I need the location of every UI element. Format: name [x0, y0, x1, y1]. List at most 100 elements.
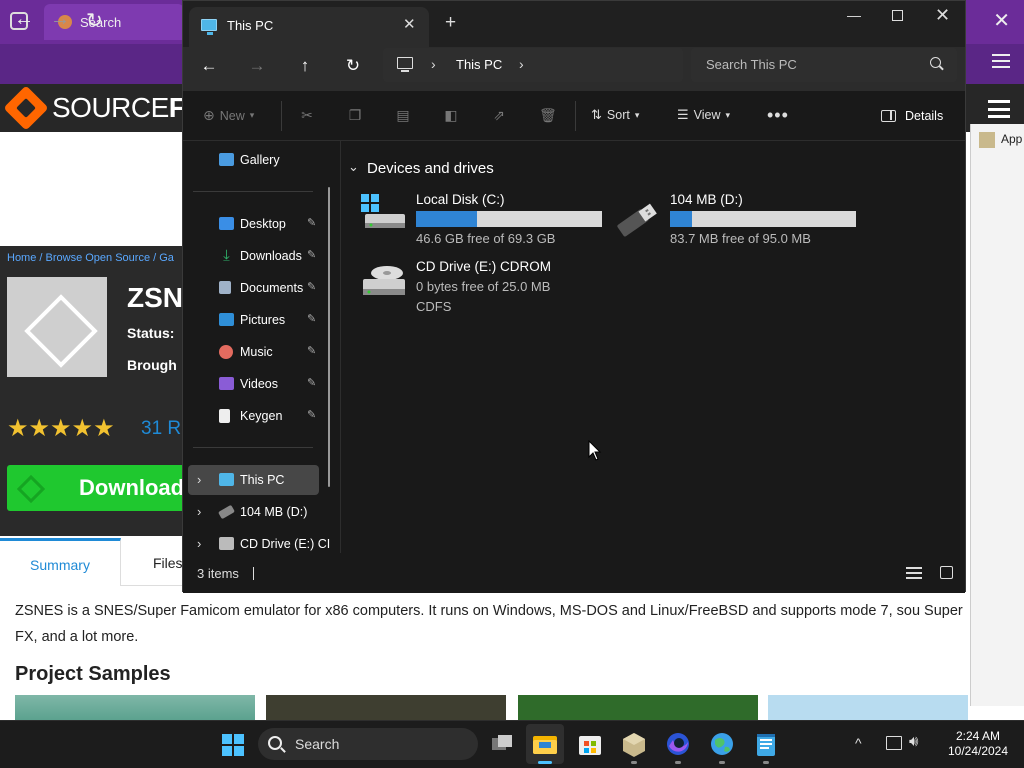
browser-close-icon[interactable]: ✕ [993, 8, 1010, 33]
sample-thumbnail[interactable] [768, 695, 968, 721]
taskbar-search[interactable] [258, 728, 478, 760]
minimize-button[interactable]: — [847, 7, 861, 23]
chevron-down-icon[interactable]: ⌄ [348, 159, 359, 175]
new-tab-icon[interactable]: + [445, 13, 456, 33]
sourceforge-menu-icon[interactable] [988, 100, 1010, 118]
address-bar[interactable] [383, 48, 683, 82]
start-button[interactable] [222, 734, 244, 756]
project-status: Status: [127, 325, 175, 341]
forward-button[interactable]: → [243, 56, 271, 76]
divider [193, 447, 313, 448]
rating-count-link[interactable]: 31 R [141, 418, 181, 440]
tab-summary[interactable]: Summary [0, 538, 121, 586]
tiles-view-icon[interactable] [940, 566, 953, 579]
chevron-right-icon[interactable]: › [197, 504, 201, 519]
drive-usage-bar [416, 211, 602, 227]
globe-app-icon[interactable] [708, 730, 736, 758]
chevron-right-icon[interactable]: › [431, 56, 436, 72]
sort-button[interactable]: ⇅ Sort ▾ [591, 107, 639, 123]
details-button[interactable]: Details [905, 109, 943, 123]
breadcrumb[interactable]: Home / Browse Open Source / Ga [7, 252, 174, 264]
pin-icon[interactable]: ✎ [307, 376, 316, 389]
sidebar-item-desktop[interactable]: Desktop ✎ [183, 209, 333, 239]
mouse-cursor-icon [588, 440, 602, 461]
project-samples-title: Project Samples [15, 663, 171, 685]
active-indicator [538, 761, 552, 764]
up-button[interactable]: ↑ [291, 56, 319, 76]
refresh-button[interactable]: ↻ [339, 56, 367, 76]
sidebar-item-this-pc[interactable]: › This PC [188, 465, 319, 495]
file-explorer-icon[interactable] [531, 730, 559, 758]
sidebar-scrollbar[interactable] [328, 187, 330, 487]
sidebar-item-gallery[interactable]: Gallery [183, 145, 333, 175]
pin-icon[interactable]: ✎ [307, 312, 316, 325]
sidebar-item-pictures[interactable]: Pictures ✎ [183, 305, 333, 335]
close-window-button[interactable]: ✕ [935, 5, 950, 26]
pin-icon[interactable]: ✎ [307, 408, 316, 421]
pin-icon[interactable]: ✎ [307, 280, 316, 293]
network-icon[interactable] [886, 736, 902, 750]
browser-menu-icon[interactable] [992, 54, 1010, 68]
paste-icon[interactable]: ▤ [395, 107, 411, 123]
sidebar-item-cd-drive[interactable]: › CD Drive (E:) CI [183, 529, 333, 553]
copy-icon[interactable]: ❐ [347, 107, 363, 123]
local-disk-icon [361, 194, 405, 228]
view-button[interactable]: ☰ View ▾ [677, 107, 730, 123]
search-icon[interactable] [930, 57, 941, 68]
details-pane-icon[interactable] [881, 110, 896, 122]
app-cube-icon[interactable] [620, 730, 648, 758]
clock[interactable]: 2:24 AM 10/24/2024 [940, 729, 1016, 759]
pin-icon[interactable]: ✎ [307, 344, 316, 357]
microsoft-store-icon[interactable] [576, 730, 604, 758]
group-devices-and-drives[interactable]: Devices and drives [367, 160, 494, 177]
sidebar-item-downloads[interactable]: ⤓ Downloads ✎ [183, 241, 333, 271]
usb-drive-icon [617, 203, 657, 237]
address-crumb-this-pc[interactable]: This PC [456, 57, 502, 72]
sidebar-item-usb-drive[interactable]: › 104 MB (D:) [183, 497, 333, 527]
back-button[interactable]: ← [195, 56, 223, 76]
sidebar-item-documents[interactable]: Documents ✎ [183, 273, 333, 303]
search-icon [268, 736, 282, 750]
chevron-down-icon: ▾ [249, 110, 255, 120]
maximize-button[interactable] [892, 10, 903, 21]
volume-icon[interactable]: 🔊︎ [909, 733, 918, 750]
firefox-icon[interactable] [664, 730, 692, 758]
sidebar-item-keygen[interactable]: Keygen ✎ [183, 401, 333, 431]
rating-stars: ★★★★★ [7, 415, 115, 442]
chevron-right-icon[interactable]: › [519, 56, 524, 72]
download-button[interactable]: Download [7, 465, 192, 511]
view-icon: ☰ [677, 107, 689, 122]
sample-thumbnail[interactable] [518, 695, 758, 721]
share-icon[interactable]: ⇗ [491, 107, 507, 123]
more-options-icon[interactable]: ••• [767, 105, 789, 126]
browser-forward-icon[interactable]: → [50, 8, 70, 31]
notepad-icon[interactable] [752, 730, 780, 758]
sidebar-item-music[interactable]: Music ✎ [183, 337, 333, 367]
pin-icon[interactable]: ✎ [307, 216, 316, 229]
pin-icon[interactable]: ✎ [307, 248, 316, 261]
chevron-down-icon: ▾ [634, 109, 640, 120]
download-label: Download [79, 475, 185, 500]
sample-thumbnail[interactable] [15, 695, 255, 721]
sort-icon: ⇅ [591, 107, 602, 122]
explorer-tab-this-pc[interactable]: This PC ✕ [189, 7, 429, 47]
tab-files[interactable]: Files [153, 555, 183, 571]
new-button[interactable]: ⊕ New ▾ [203, 107, 254, 124]
details-view-icon[interactable] [906, 567, 922, 579]
rename-icon[interactable]: ◧ [443, 107, 459, 123]
clock-date: 10/24/2024 [947, 744, 1009, 758]
project-brought-by: Brough [127, 357, 177, 373]
browser-reload-icon[interactable]: ↻ [86, 8, 103, 33]
sample-thumbnail[interactable] [266, 695, 506, 721]
tab-close-icon[interactable]: ✕ [403, 15, 416, 33]
browser-back-icon[interactable]: ← [14, 8, 34, 31]
cut-icon[interactable]: ✂ [299, 107, 315, 123]
task-view-icon[interactable] [488, 730, 516, 758]
chevron-right-icon[interactable]: › [197, 536, 201, 551]
chevron-right-icon[interactable]: › [197, 472, 201, 487]
delete-icon[interactable]: 🗑 [539, 107, 557, 123]
side-panel-app[interactable]: App [979, 132, 1022, 148]
show-hidden-icons-button[interactable]: ^ [855, 735, 862, 751]
sidebar-item-videos[interactable]: Videos ✎ [183, 369, 333, 399]
status-bar [183, 553, 965, 593]
